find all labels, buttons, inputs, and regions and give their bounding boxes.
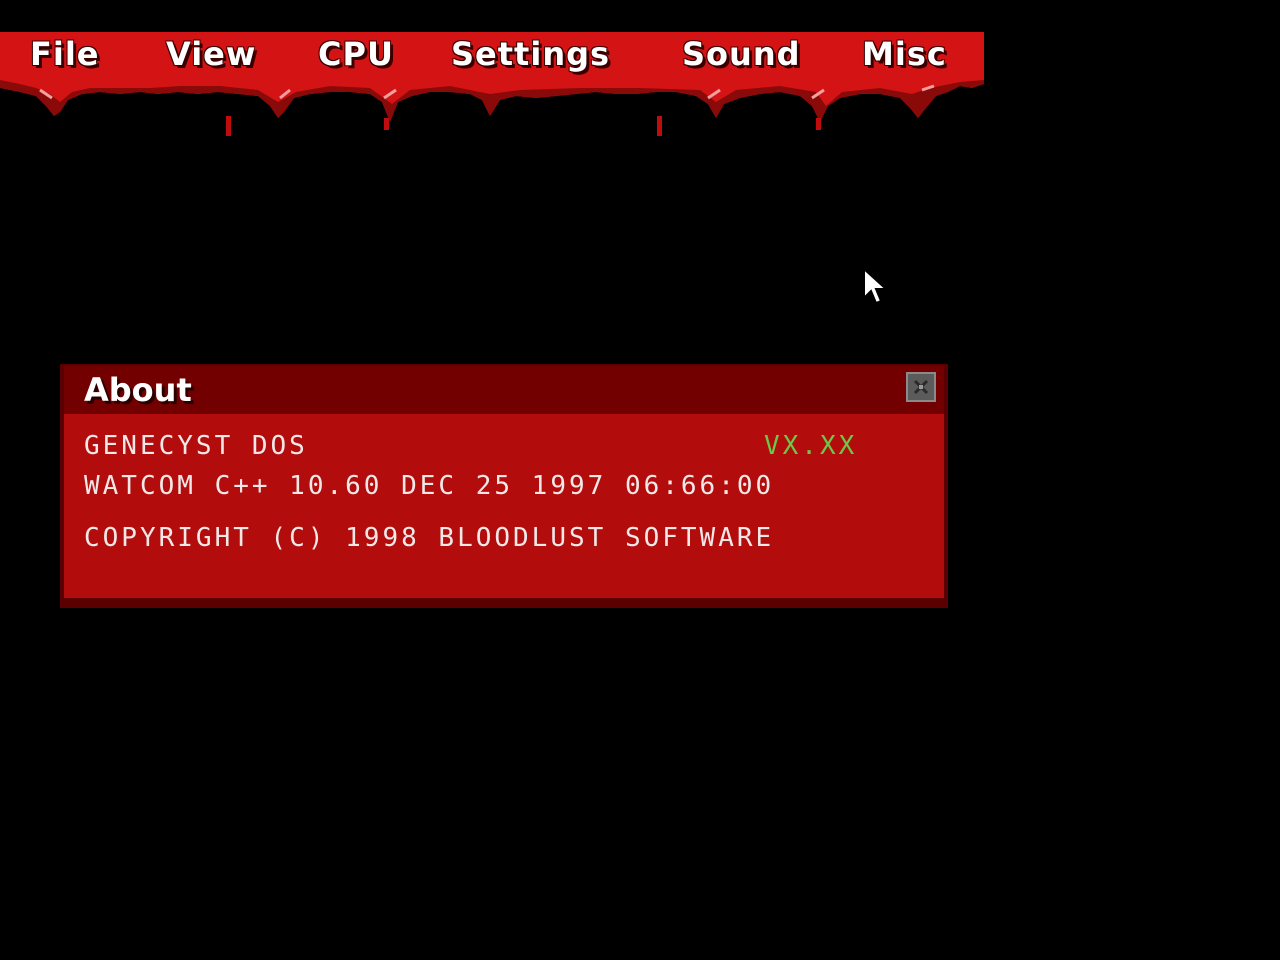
menu-settings[interactable]: Settings — [451, 34, 610, 74]
menu-misc[interactable]: Misc — [862, 34, 947, 74]
dialog-body: GENECYST DOS VX.XX WATCOM C++ 10.60 DEC … — [64, 414, 944, 598]
build-info: WATCOM C++ 10.60 DEC 25 1997 06:66:00 — [84, 471, 775, 501]
version-label: VX.XX — [764, 431, 858, 461]
about-dialog: About GENECYST DOS VX.XX WATCOM C++ 10.6… — [60, 364, 948, 608]
close-button[interactable] — [906, 372, 936, 402]
dialog-title: About — [84, 371, 192, 409]
menu-view[interactable]: View — [166, 34, 256, 74]
copyright-text: COPYRIGHT (C) 1998 BLOODLUST SOFTWARE — [84, 523, 775, 553]
dialog-titlebar[interactable]: About — [64, 366, 944, 414]
menu-file[interactable]: File — [30, 34, 100, 74]
menu-cpu[interactable]: CPU — [318, 34, 394, 74]
mouse-pointer-icon — [863, 268, 889, 305]
close-icon — [913, 379, 929, 395]
menu-bar: File View CPU Settings Sound Misc — [0, 32, 984, 142]
menu-sound[interactable]: Sound — [682, 34, 801, 74]
app-name: GENECYST DOS — [84, 431, 308, 461]
about-dialog-panel: About GENECYST DOS VX.XX WATCOM C++ 10.6… — [64, 366, 944, 598]
